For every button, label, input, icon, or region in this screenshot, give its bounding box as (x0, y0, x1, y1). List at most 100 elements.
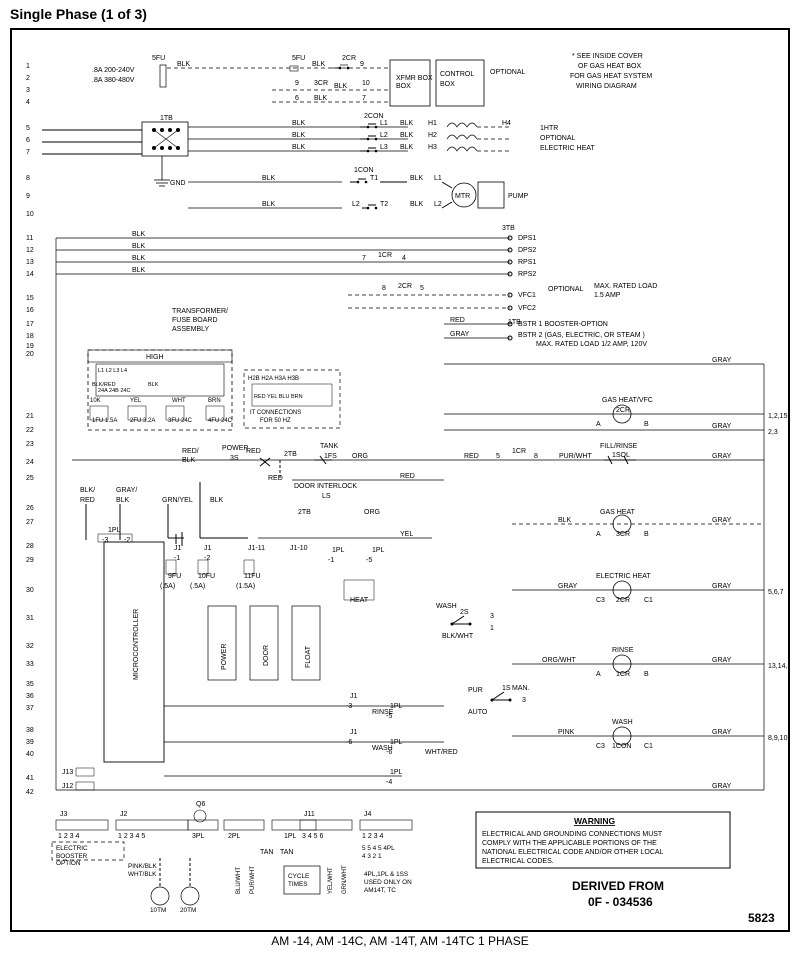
svg-text:39: 39 (26, 739, 34, 746)
svg-text:RED: RED (268, 475, 283, 482)
svg-text:2CR: 2CR (616, 407, 630, 414)
svg-text:2: 2 (26, 75, 30, 82)
svg-text:WHT/RED: WHT/RED (425, 749, 458, 756)
svg-text:42: 42 (26, 789, 34, 796)
itb-block: 1TB GND BLK BLK BLK 2CON L1L2L3 BLKBLKBL… (42, 113, 595, 187)
svg-text:HIGH: HIGH (146, 354, 164, 361)
svg-text:BLK: BLK (410, 201, 424, 208)
svg-text:24: 24 (26, 459, 34, 466)
drawing-number: 5823 (748, 911, 775, 925)
svg-text:GND: GND (170, 180, 186, 187)
svg-text:J1: J1 (174, 545, 182, 552)
pump-row: 1CON BLK T1BLKL1 BLK L2T2BLKL2 MTR PUMP (188, 167, 529, 209)
svg-text:11: 11 (26, 235, 33, 242)
svg-text:BLK: BLK (558, 517, 572, 524)
svg-text:-3: -3 (102, 537, 108, 544)
svg-text:ELECTRICAL CODES.: ELECTRICAL CODES. (482, 858, 554, 865)
svg-text:1PL: 1PL (284, 833, 297, 840)
svg-text:1CON: 1CON (354, 167, 373, 174)
svg-text:3: 3 (522, 697, 526, 704)
svg-text:28: 28 (26, 543, 34, 550)
svg-text:OPTIONAL: OPTIONAL (540, 135, 576, 142)
svg-text:BLK: BLK (400, 132, 414, 139)
svg-text:RINSE: RINSE (612, 647, 634, 654)
svg-text:CYCLE: CYCLE (288, 873, 309, 880)
svg-text:1SOL: 1SOL (612, 452, 630, 459)
svg-text:BOOSTER: BOOSTER (56, 853, 88, 860)
svg-text:RPS1: RPS1 (518, 259, 536, 266)
svg-text:25: 25 (26, 475, 34, 482)
svg-text:GRN/WHT: GRN/WHT (342, 865, 348, 894)
svg-text:BRN: BRN (208, 398, 221, 404)
svg-text:PINK: PINK (558, 729, 575, 736)
svg-text:15: 15 (26, 295, 34, 302)
svg-text:ORG: ORG (364, 509, 380, 516)
svg-text:ELECTRICAL AND GROUNDING CONNE: ELECTRICAL AND GROUNDING CONNECTIONS MUS… (482, 831, 663, 838)
microcontroller: MICROCONTROLLER BLK/RED GRAY/BLK GRN/YEL… (62, 482, 530, 790)
svg-text:5: 5 (26, 125, 30, 132)
svg-text:37: 37 (26, 705, 34, 712)
svg-text:-5: -5 (386, 713, 392, 720)
svg-text:C3: C3 (596, 743, 605, 750)
svg-text:C1: C1 (644, 597, 653, 604)
svg-text:1PL: 1PL (390, 769, 403, 776)
svg-text:J13: J13 (62, 769, 73, 776)
svg-text:2FU 3.2A: 2FU 3.2A (130, 418, 155, 424)
svg-text:BSTR 1 BOOSTER-OPTION: BSTR 1 BOOSTER-OPTION (518, 321, 608, 328)
svg-text:BLK: BLK (116, 497, 130, 504)
svg-text:BLK: BLK (132, 267, 146, 274)
svg-text:CONTROL: CONTROL (440, 71, 474, 78)
svg-text:12: 12 (26, 247, 34, 254)
svg-text:21: 21 (26, 413, 34, 420)
svg-text:3S: 3S (230, 455, 239, 462)
svg-text:BLK: BLK (410, 175, 424, 182)
svg-text:ELECTRIC HEAT: ELECTRIC HEAT (540, 145, 595, 152)
svg-text:1PL: 1PL (108, 527, 121, 534)
svg-text:9: 9 (295, 80, 299, 87)
svg-text:DERIVED FROM: DERIVED FROM (572, 879, 664, 893)
svg-text:4 3 2 1: 4 3 2 1 (362, 853, 382, 860)
derived-from: DERIVED FROM 0F - 034536 (572, 879, 664, 909)
svg-text:WASH: WASH (612, 719, 633, 726)
svg-text:FILL/RINSE: FILL/RINSE (600, 443, 638, 450)
svg-text:1 2 3 4 5: 1 2 3 4 5 (118, 833, 145, 840)
svg-text:BLK: BLK (292, 132, 306, 139)
svg-text:BLK: BLK (314, 95, 328, 102)
svg-text:L3: L3 (380, 144, 388, 151)
svg-text:DPS2: DPS2 (518, 247, 536, 254)
svg-text:BLK: BLK (182, 457, 196, 464)
svg-text:1PL: 1PL (332, 547, 345, 554)
svg-text:3CR: 3CR (314, 80, 328, 87)
svg-text:31: 31 (26, 615, 34, 622)
svg-text:2CR: 2CR (616, 597, 630, 604)
svg-text:24A 24B 24C: 24A 24B 24C (98, 388, 130, 394)
svg-text:A: A (596, 421, 601, 428)
svg-text:A: A (596, 671, 601, 678)
svg-text:L1: L1 (434, 175, 442, 182)
svg-text:L2: L2 (352, 201, 360, 208)
svg-text:2S: 2S (460, 609, 469, 616)
svg-text:32: 32 (26, 643, 34, 650)
svg-text:18: 18 (26, 333, 34, 340)
svg-text:TIMES: TIMES (288, 881, 308, 888)
page-title: Single Phase (1 of 3) (0, 0, 800, 28)
svg-text:.8A 380-480V: .8A 380-480V (92, 77, 135, 84)
svg-text:RED YEL BLU BRN: RED YEL BLU BRN (254, 394, 303, 400)
svg-text:10: 10 (362, 80, 370, 87)
svg-text:BLK: BLK (132, 243, 146, 250)
svg-text:GRAY: GRAY (712, 423, 732, 430)
svg-text:FOR 50 HZ: FOR 50 HZ (260, 418, 291, 424)
svg-text:17: 17 (26, 321, 34, 328)
footer: AM -14, AM -14C, AM -14T, AM -14TC 1 PHA… (0, 934, 800, 948)
svg-text:-4: -4 (386, 779, 392, 786)
svg-text:1FU 1.5A: 1FU 1.5A (92, 418, 117, 424)
svg-text:T1: T1 (370, 175, 378, 182)
svg-text:TAN: TAN (260, 849, 273, 856)
svg-text:13,14,24: 13,14,24 (768, 663, 790, 670)
svg-text:RED: RED (450, 317, 465, 324)
svg-text:1CON: 1CON (612, 743, 631, 750)
svg-text:H2B H2A H3A H3B: H2B H2A H3A H3B (248, 376, 299, 382)
transformer-assembly: TRANSFORMER/FUSE BOARDASSEMBLY 1TB REDBS… (88, 308, 647, 430)
svg-text:PUR/WHT: PUR/WHT (250, 866, 256, 894)
bottom-strip: J31 2 3 4 J21 2 3 4 5 Q6 3PL2PL1PL J113 … (52, 801, 412, 914)
